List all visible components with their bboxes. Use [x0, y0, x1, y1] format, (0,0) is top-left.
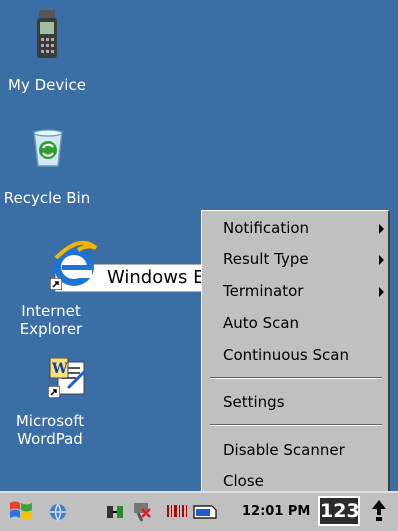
input-mode-indicator[interactable]: 123 [318, 496, 360, 526]
recycle-bin-icon [33, 129, 63, 167]
handheld-device-icon [37, 10, 57, 58]
desktop-icon-my-device[interactable]: My Device [2, 10, 92, 95]
desktop-icon-label: My Device [8, 76, 86, 94]
desktop-icon-label: Microsoft WordPad [15, 412, 85, 448]
submenu-arrow-icon [379, 224, 384, 234]
connection-icon[interactable] [106, 502, 126, 522]
menu-item-continuous-scan[interactable]: Continuous Scan [202, 341, 388, 371]
menu-item-label: Auto Scan [223, 314, 300, 332]
menu-item-label: Continuous Scan [223, 346, 349, 364]
shortcut-arrow-icon [48, 386, 60, 398]
desktop-icon-label: Recycle Bin [3, 189, 91, 207]
menu-separator [210, 424, 382, 426]
submenu-arrow-icon [379, 255, 384, 265]
network-icon[interactable] [47, 502, 69, 522]
menu-item-label: Disable Scanner [223, 441, 345, 459]
menu-item-notification[interactable]: Notification [202, 214, 388, 244]
barcode-icon[interactable] [166, 504, 188, 518]
desktop-icon-microsoft-wordpad[interactable]: W Microsoft WordPad [10, 358, 90, 458]
menu-item-terminator[interactable]: Terminator [202, 277, 388, 307]
menu-item-label: Notification [223, 219, 310, 237]
submenu-arrow-icon [379, 287, 384, 297]
taskbar-clock[interactable]: 12:01 PM [242, 504, 310, 519]
menu-item-settings[interactable]: Settings [202, 388, 388, 418]
ie-banner-text: Windows E [107, 267, 205, 288]
taskbar: 12:01 PM 123 [0, 491, 398, 531]
menu-item-label: Terminator [223, 282, 304, 300]
desktop-icon-internet-explorer[interactable]: Internet Explorer [12, 240, 98, 350]
arrow-up-icon[interactable] [371, 499, 387, 523]
scanner-context-menu: Notification Result Type Terminator Auto… [201, 210, 390, 498]
menu-separator [210, 377, 382, 379]
menu-item-disable-scanner[interactable]: Disable Scanner [202, 436, 388, 466]
menu-item-auto-scan[interactable]: Auto Scan [202, 309, 388, 339]
svg-text:W: W [51, 361, 68, 377]
desktop-icon-recycle-bin[interactable]: Recycle Bin [2, 128, 92, 210]
menu-item-result-type[interactable]: Result Type [202, 245, 388, 275]
menu-item-label: Close [223, 472, 264, 490]
desktop-icon-label: Internet Explorer [19, 302, 83, 338]
menu-item-label: Settings [223, 393, 285, 411]
scanner-icon[interactable] [132, 501, 152, 523]
start-flag-icon[interactable] [8, 499, 34, 523]
battery-icon[interactable] [192, 502, 218, 520]
menu-item-label: Result Type [223, 250, 309, 268]
shortcut-arrow-icon [50, 278, 62, 290]
